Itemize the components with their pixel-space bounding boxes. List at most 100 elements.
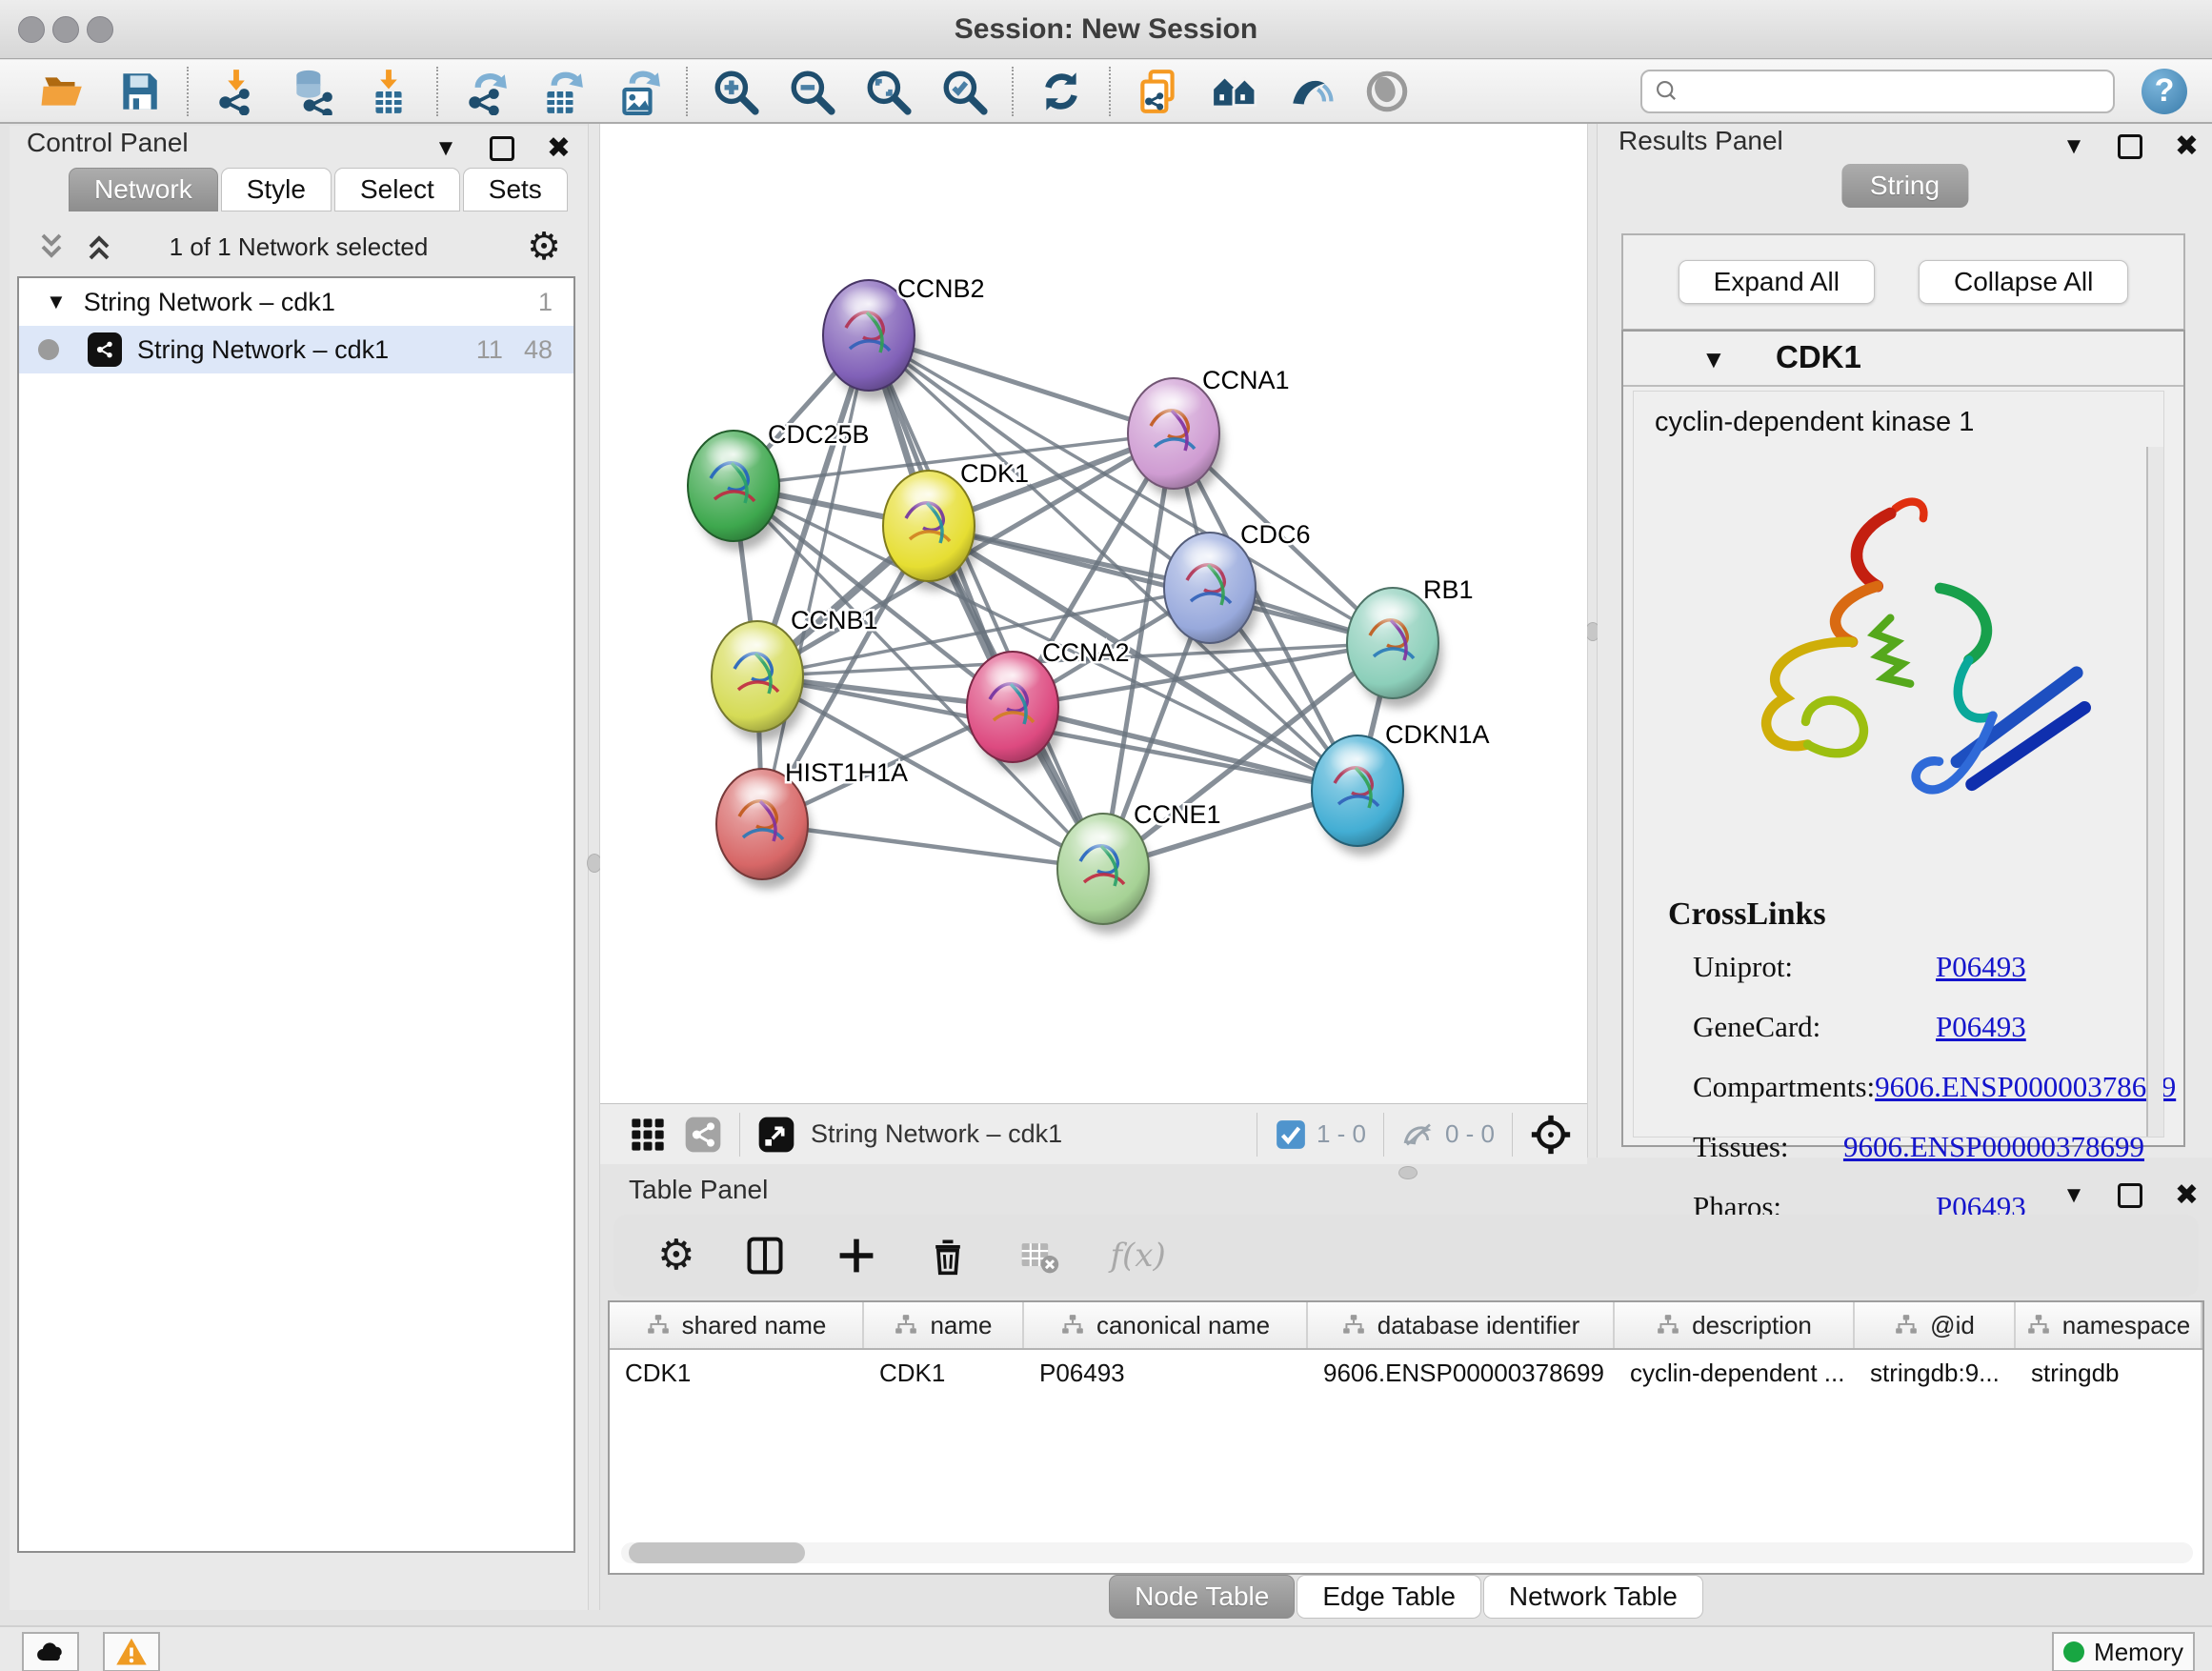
main-toolbar: ?: [0, 60, 2212, 124]
results-scrollbar[interactable]: [2146, 447, 2163, 1137]
tab-sets[interactable]: Sets: [463, 168, 568, 211]
right-splitter[interactable]: [1587, 124, 1598, 1158]
table-cell[interactable]: stringdb:9...: [1855, 1359, 2016, 1388]
tab-edge-table[interactable]: Edge Table: [1297, 1575, 1481, 1619]
panel-close-icon[interactable]: ✖: [547, 131, 571, 165]
table-cell[interactable]: cyclin-dependent ...: [1615, 1359, 1855, 1388]
tab-network-table[interactable]: Network Table: [1483, 1575, 1703, 1619]
panel-close-icon[interactable]: ✖: [2175, 130, 2199, 163]
zoom-fit-icon[interactable]: [863, 66, 913, 117]
crosslink-value-link[interactable]: 9606.ENSP00000378699: [1843, 1130, 2144, 1164]
network-graph[interactable]: CCNB2CCNA1CDC25BCDK1CDC6RB1CCNB1CCNA2CDK…: [600, 124, 1587, 1103]
panel-menu-icon[interactable]: ▼: [2062, 133, 2085, 160]
zoom-selected-icon[interactable]: [939, 66, 989, 117]
column-header-database-identifier[interactable]: database identifier: [1308, 1302, 1615, 1348]
zoom-out-icon[interactable]: [787, 66, 836, 117]
column-header-description[interactable]: description: [1615, 1302, 1855, 1348]
minimize-window-icon[interactable]: [52, 16, 79, 43]
table-scrollbar-thumb[interactable]: [629, 1542, 805, 1563]
tab-string[interactable]: String: [1841, 164, 1968, 208]
crosshair-icon[interactable]: [1530, 1114, 1572, 1156]
network-row-selected[interactable]: String Network – cdk1 11 48: [19, 326, 573, 373]
panel-close-icon[interactable]: ✖: [2175, 1178, 2199, 1212]
gear-icon[interactable]: ⚙: [527, 228, 561, 266]
warning-icon: [114, 1635, 149, 1669]
columns-icon[interactable]: [744, 1235, 786, 1277]
collapse-all-button[interactable]: Collapse All: [1919, 260, 2128, 304]
search-input[interactable]: [1680, 72, 2101, 111]
close-window-icon[interactable]: [18, 16, 45, 43]
open-file-icon[interactable]: [38, 66, 88, 117]
toolbar-separator: [436, 67, 438, 116]
table-cell[interactable]: 9606.ENSP00000378699: [1308, 1359, 1615, 1388]
grid-view-icon[interactable]: [629, 1116, 667, 1154]
network-node-CDKN1A[interactable]: [1312, 735, 1407, 856]
tab-node-table[interactable]: Node Table: [1109, 1575, 1295, 1619]
birdseye-view-icon[interactable]: [757, 1116, 795, 1154]
export-image-icon[interactable]: [613, 66, 663, 117]
table-row[interactable]: CDK1CDK1P064939606.ENSP00000378699cyclin…: [610, 1350, 2202, 1396]
network-node-CCNA1[interactable]: [1128, 378, 1223, 498]
gear-icon[interactable]: ⚙: [657, 1235, 694, 1277]
tree-expand-icon[interactable]: ▼: [46, 290, 67, 314]
network-node-CDC6[interactable]: [1164, 533, 1259, 653]
clone-network-icon[interactable]: [1134, 66, 1183, 117]
panel-menu-icon[interactable]: ▼: [434, 135, 457, 162]
import-table-icon[interactable]: [364, 66, 413, 117]
expand-all-button[interactable]: Expand All: [1679, 260, 1875, 304]
import-database-icon[interactable]: [288, 66, 337, 117]
tab-network[interactable]: Network: [69, 168, 218, 211]
tab-select[interactable]: Select: [334, 168, 460, 211]
network-edge[interactable]: [762, 824, 1103, 869]
warnings-button[interactable]: [103, 1632, 160, 1671]
save-session-icon[interactable]: [114, 66, 164, 117]
collapse-section-icon[interactable]: ▼: [1701, 345, 1726, 374]
network-node-CCNB1[interactable]: [712, 621, 807, 741]
crosslink-value-link[interactable]: P06493: [1936, 1010, 2026, 1044]
help-icon[interactable]: ?: [2142, 69, 2187, 114]
network-node-CCNE1[interactable]: [1057, 814, 1153, 934]
column-header-name[interactable]: name: [864, 1302, 1024, 1348]
network-canvas[interactable]: CCNB2CCNA1CDC25BCDK1CDC6RB1CCNB1CCNA2CDK…: [600, 124, 1587, 1103]
column-header--id[interactable]: @id: [1855, 1302, 2016, 1348]
selected-checkbox-icon[interactable]: [1275, 1118, 1307, 1151]
zoom-window-icon[interactable]: [87, 16, 113, 43]
network-node-CCNA2[interactable]: [967, 652, 1062, 772]
table-cell[interactable]: stringdb: [2016, 1359, 2202, 1388]
refresh-icon[interactable]: [1036, 66, 1086, 117]
network-node-CDK1[interactable]: [883, 471, 978, 591]
network-view-icon[interactable]: [684, 1116, 722, 1154]
network-icon: [88, 332, 122, 367]
panel-float-icon[interactable]: [2118, 134, 2142, 159]
column-header-shared-name[interactable]: shared name: [610, 1302, 864, 1348]
panel-float-icon[interactable]: [490, 136, 514, 161]
network-edge[interactable]: [929, 526, 1393, 643]
delete-column-icon[interactable]: [927, 1235, 969, 1277]
panel-float-icon[interactable]: [2118, 1183, 2142, 1208]
table-cell[interactable]: P06493: [1024, 1359, 1308, 1388]
table-scrollbar[interactable]: [621, 1542, 2193, 1563]
crosslink-value-link[interactable]: 9606.ENSP00000378699: [1875, 1070, 2176, 1104]
export-table-icon[interactable]: [537, 66, 587, 117]
table-cell[interactable]: CDK1: [610, 1359, 864, 1388]
crosslink-value-link[interactable]: P06493: [1936, 950, 2026, 984]
network-node-RB1[interactable]: [1347, 588, 1442, 708]
export-network-icon[interactable]: [461, 66, 511, 117]
table-cell[interactable]: CDK1: [864, 1359, 1024, 1388]
network-collection-row[interactable]: ▼ String Network – cdk1 1: [19, 278, 573, 326]
hide-panel-eye-icon[interactable]: [1286, 66, 1336, 117]
column-header-canonical-name[interactable]: canonical name: [1024, 1302, 1308, 1348]
network-overview-icon[interactable]: [1210, 66, 1259, 117]
memory-button[interactable]: Memory: [2052, 1632, 2195, 1671]
column-header-namespace[interactable]: namespace: [2016, 1302, 2202, 1348]
add-column-icon[interactable]: [835, 1235, 877, 1277]
import-network-icon[interactable]: [211, 66, 261, 117]
zoom-in-icon[interactable]: [711, 66, 760, 117]
left-splitter[interactable]: [588, 124, 600, 1610]
show-panel-eye-icon[interactable]: [1362, 66, 1412, 117]
network-edge[interactable]: [869, 335, 1103, 869]
gene-section-header[interactable]: ▼ CDK1: [1623, 332, 2183, 387]
cloud-button[interactable]: [22, 1632, 79, 1671]
panel-menu-icon[interactable]: ▼: [2062, 1182, 2085, 1209]
tab-style[interactable]: Style: [221, 168, 332, 211]
